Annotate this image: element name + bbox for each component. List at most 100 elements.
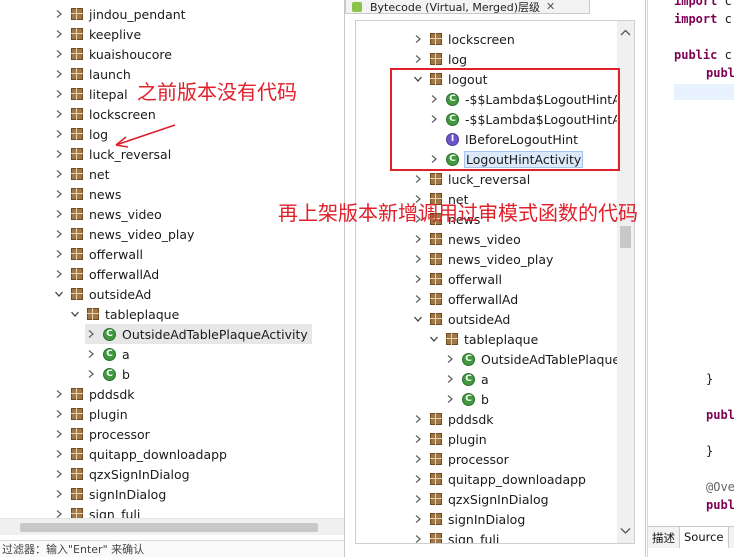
horizontal-scrollbar[interactable] (0, 518, 344, 535)
tree-item-package[interactable]: pddsdk (53, 384, 135, 404)
tree-item-class[interactable]: Cb (444, 389, 489, 409)
tab-bytecode-hierarchy[interactable]: Bytecode (Virtual, Merged)层级 ✕ (345, 0, 590, 14)
chevron-right-icon[interactable] (53, 188, 65, 200)
chevron-right-icon[interactable] (412, 173, 424, 185)
chevron-right-icon[interactable] (85, 368, 97, 380)
tree-item-package[interactable]: keeplive (53, 24, 141, 44)
chevron-down-icon[interactable] (412, 313, 424, 325)
chevron-right-icon[interactable] (85, 328, 97, 340)
tree-item-package[interactable]: lockscreen (412, 29, 515, 49)
chevron-right-icon[interactable] (412, 473, 424, 485)
tree-item-package[interactable]: quitapp_downloadapp (412, 469, 586, 489)
tree-item-package[interactable]: offerwall (412, 269, 502, 289)
chevron-right-icon[interactable] (412, 453, 424, 465)
tree-item-package[interactable]: log (412, 49, 467, 69)
tab-describe[interactable]: 描述 (648, 527, 680, 548)
chevron-right-icon[interactable] (412, 433, 424, 445)
tree-item-package[interactable]: log (53, 124, 108, 144)
chevron-right-icon[interactable] (53, 148, 65, 160)
scrollbar-thumb[interactable] (620, 226, 631, 248)
chevron-right-icon[interactable] (412, 53, 424, 65)
tree-item-package[interactable]: plugin (53, 404, 128, 424)
tree-item-package[interactable]: offerwall (53, 244, 143, 264)
tree-item-package[interactable]: outsideAd (53, 284, 151, 304)
chevron-right-icon[interactable] (53, 248, 65, 260)
tree-item-class[interactable]: Cb (85, 364, 130, 384)
tree-item-class[interactable]: Ca (444, 369, 489, 389)
chevron-right-icon[interactable] (412, 233, 424, 245)
chevron-right-icon[interactable] (53, 128, 65, 140)
chevron-right-icon[interactable] (412, 493, 424, 505)
tree-item-class[interactable]: Ca (85, 344, 130, 364)
horizontal-scrollbar[interactable] (356, 543, 635, 544)
scroll-up-icon[interactable] (617, 27, 634, 39)
tree-item-package[interactable]: net (53, 164, 110, 184)
chevron-down-icon[interactable] (53, 288, 65, 300)
chevron-right-icon[interactable] (412, 413, 424, 425)
close-icon[interactable]: ✕ (546, 0, 555, 13)
tree-item-package[interactable]: pddsdk (412, 409, 494, 429)
scroll-right-icon[interactable] (602, 543, 614, 544)
tree-item-package[interactable]: offerwallAd (53, 264, 159, 284)
tree-item-package[interactable]: tableplaque (69, 304, 179, 324)
tree-item-package[interactable]: news_video (53, 204, 162, 224)
tree-item-package[interactable]: luck_reversal (412, 169, 530, 189)
chevron-right-icon[interactable] (53, 168, 65, 180)
chevron-right-icon[interactable] (53, 228, 65, 240)
tab-source[interactable]: Source (680, 527, 729, 548)
tree-item-package[interactable]: processor (53, 424, 150, 444)
filter-input[interactable]: 过滤器：输入"Enter" 来确认 (0, 540, 344, 557)
chevron-right-icon[interactable] (53, 468, 65, 480)
chevron-right-icon[interactable] (412, 273, 424, 285)
tree-item-package[interactable]: kuaishoucore (53, 44, 172, 64)
chevron-right-icon[interactable] (412, 293, 424, 305)
chevron-right-icon[interactable] (53, 488, 65, 500)
scroll-down-icon[interactable] (617, 525, 634, 537)
chevron-right-icon[interactable] (444, 373, 456, 385)
chevron-right-icon[interactable] (53, 268, 65, 280)
chevron-right-icon[interactable] (53, 48, 65, 60)
tree-item-package[interactable]: news_video (412, 229, 521, 249)
chevron-right-icon[interactable] (412, 513, 424, 525)
chevron-right-icon[interactable] (412, 33, 424, 45)
tree-item-package[interactable]: quitapp_downloadapp (53, 444, 227, 464)
chevron-right-icon[interactable] (53, 88, 65, 100)
tree-item-package[interactable]: news_video_play (412, 249, 553, 269)
chevron-right-icon[interactable] (53, 208, 65, 220)
chevron-right-icon[interactable] (85, 348, 97, 360)
tree-item-package[interactable]: processor (412, 449, 509, 469)
tree-item-class[interactable]: C OutsideAdTablePlaqueA (444, 349, 629, 369)
chevron-right-icon[interactable] (444, 353, 456, 365)
chevron-right-icon[interactable] (53, 68, 65, 80)
tree-item-package[interactable]: jindou_pendant (53, 4, 186, 24)
tree-item-package[interactable]: signInDialog (412, 509, 525, 529)
chevron-right-icon[interactable] (412, 253, 424, 265)
package-icon (430, 253, 442, 265)
chevron-right-icon[interactable] (444, 393, 456, 405)
chevron-down-icon[interactable] (69, 308, 81, 320)
chevron-down-icon[interactable] (428, 333, 440, 345)
chevron-right-icon[interactable] (53, 8, 65, 20)
tree-item-package[interactable]: offerwallAd (412, 289, 518, 309)
tree-item-package[interactable]: tableplaque (428, 329, 538, 349)
tree-item-package[interactable]: signInDialog (53, 484, 166, 504)
tree-item-package[interactable]: outsideAd (412, 309, 510, 329)
chevron-right-icon[interactable] (53, 448, 65, 460)
chevron-right-icon[interactable] (53, 428, 65, 440)
chevron-right-icon[interactable] (53, 108, 65, 120)
tree-item-package[interactable]: plugin (412, 429, 487, 449)
tree-item-package[interactable]: qzxSignInDialog (53, 464, 190, 484)
tree-item-package[interactable]: news_video_play (53, 224, 194, 244)
tree-item-package[interactable]: sign_fuli (412, 529, 499, 543)
tree-item-package[interactable]: litepal (53, 84, 128, 104)
source-editor-panel[interactable]: import c import c public c publ} publ} @Ove pu… (647, 0, 734, 557)
tree-item-package[interactable]: launch (53, 64, 131, 84)
chevron-right-icon[interactable] (53, 388, 65, 400)
chevron-right-icon[interactable] (53, 408, 65, 420)
chevron-right-icon[interactable] (53, 28, 65, 40)
scrollbar-thumb[interactable] (20, 523, 318, 532)
tree-item-class[interactable]: C OutsideAdTablePlaqueActivity (85, 324, 312, 344)
scroll-left-icon[interactable] (362, 543, 374, 544)
tree-item-package[interactable]: news (53, 184, 121, 204)
tree-item-package[interactable]: qzxSignInDialog (412, 489, 549, 509)
